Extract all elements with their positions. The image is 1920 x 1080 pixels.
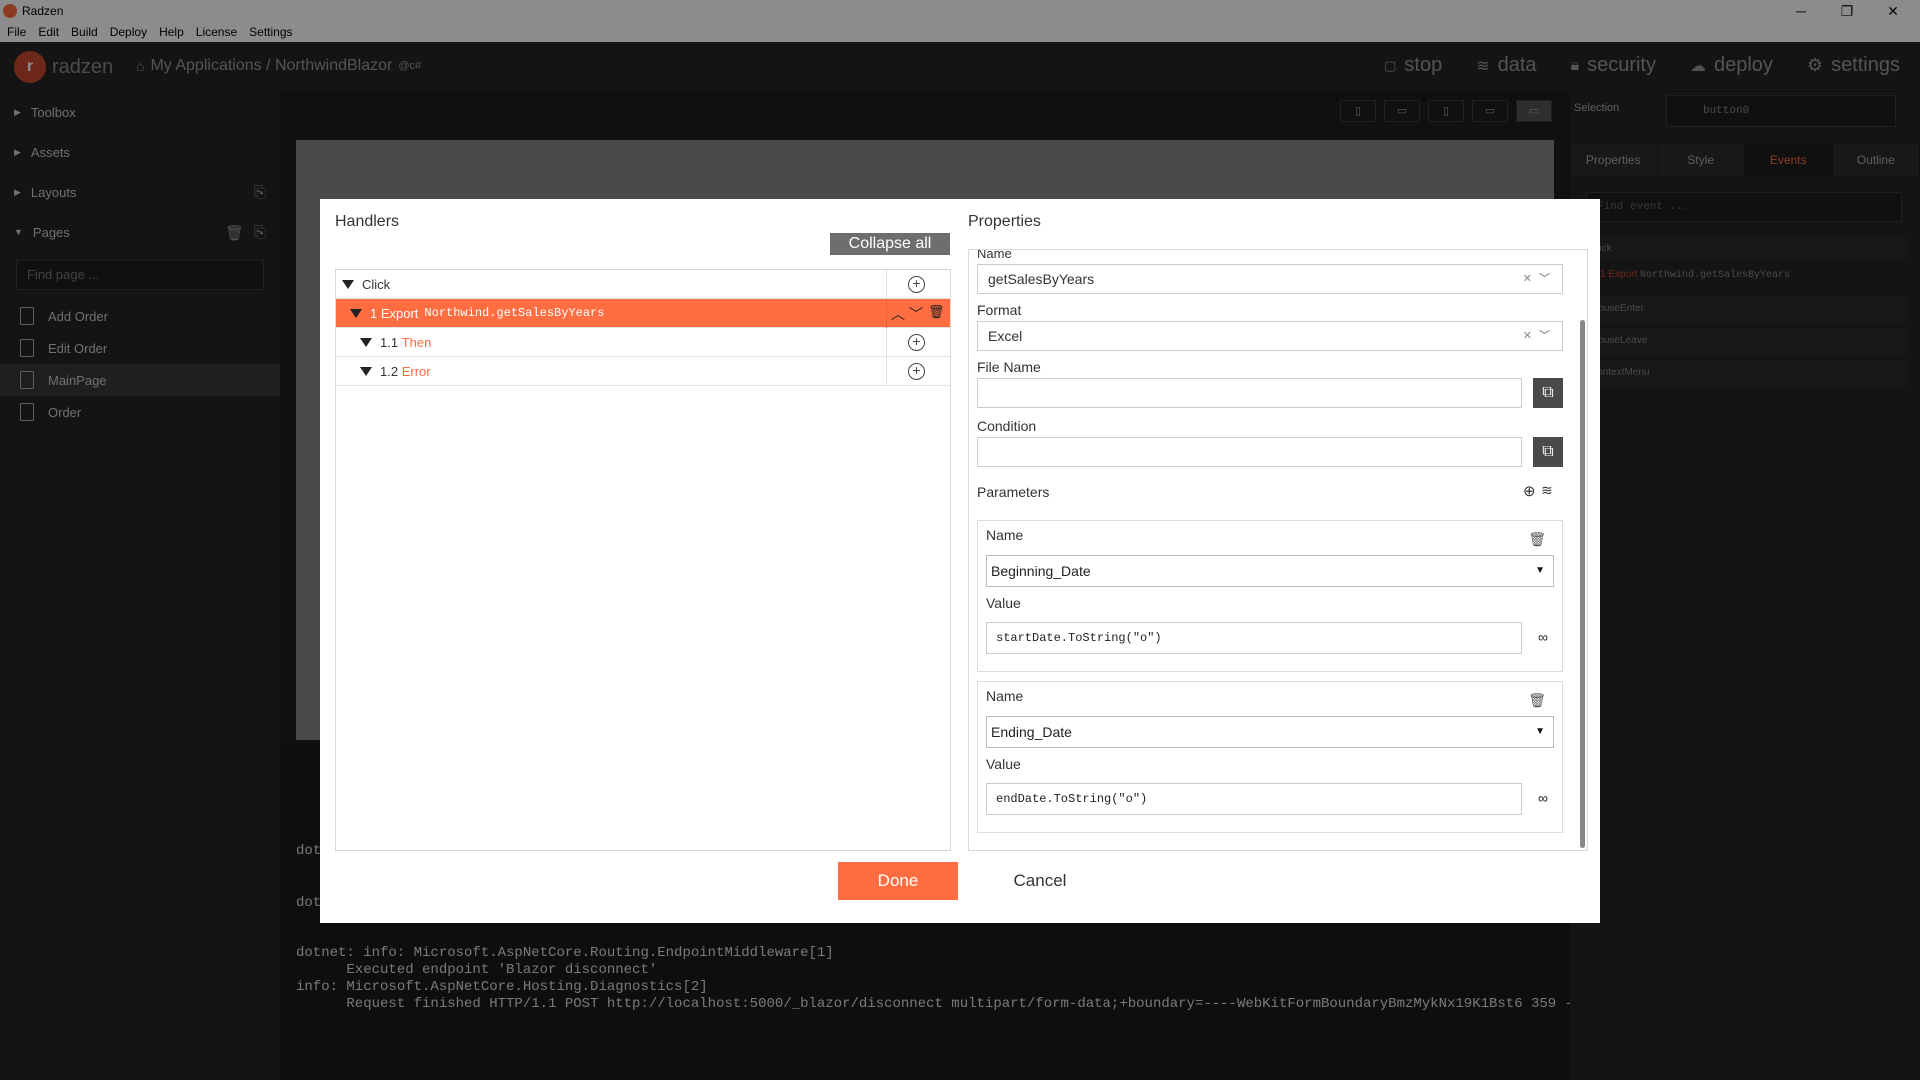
parameter-item: Name 🗑︎ Ending_Date ▼ Value endDate.ToSt… bbox=[977, 681, 1563, 833]
cancel-button[interactable]: Cancel bbox=[990, 862, 1090, 900]
format-dropdown[interactable]: Excel ✕ ﹀ bbox=[977, 321, 1563, 351]
done-button[interactable]: Done bbox=[838, 862, 958, 900]
add-circle-icon[interactable]: + bbox=[908, 363, 925, 380]
name-label: Name bbox=[977, 249, 1012, 261]
name-value: getSalesByYears bbox=[988, 271, 1095, 287]
param-value-label: Value bbox=[986, 756, 1021, 772]
parameter-item: Name 🗑︎ Beginning_Date ▼ Value startDate… bbox=[977, 520, 1563, 672]
tree-row-label: Click bbox=[362, 276, 391, 292]
event-handler-dialog: Handlers Collapse all Click + 1 Export N… bbox=[320, 199, 1600, 923]
properties-panel: Name getSalesByYears ✕ ﹀ Format Excel ✕ … bbox=[968, 249, 1588, 851]
param-name-select[interactable]: Ending_Date ▼ bbox=[986, 716, 1554, 748]
parameters-label: Parameters bbox=[977, 484, 1050, 500]
properties-scrollbar[interactable] bbox=[1580, 320, 1585, 848]
param-name-value: Ending_Date bbox=[991, 724, 1072, 740]
filename-expression-button[interactable]: ⧉ bbox=[1533, 378, 1563, 408]
add-circle-icon[interactable]: + bbox=[908, 276, 925, 293]
filename-input[interactable] bbox=[977, 378, 1522, 408]
tree-row-then[interactable]: 1.1 Then + bbox=[336, 328, 950, 357]
triangle-down-icon[interactable] bbox=[342, 279, 354, 289]
collapse-all-button[interactable]: Collapse all bbox=[830, 233, 950, 255]
dropdown-arrow-icon: ▼ bbox=[1535, 565, 1545, 576]
name-dropdown[interactable]: getSalesByYears ✕ ﹀ bbox=[977, 264, 1563, 294]
open-external-icon: ⧉ bbox=[1542, 384, 1554, 401]
add-parameter-icon[interactable]: ⊕ bbox=[1523, 482, 1536, 500]
tree-row-export[interactable]: 1 Export Northwind.getSalesByYears ︿ ﹀ 🗑… bbox=[336, 299, 950, 328]
param-value-label: Value bbox=[986, 595, 1021, 611]
add-circle-icon[interactable]: + bbox=[908, 334, 925, 351]
condition-input[interactable] bbox=[977, 437, 1522, 467]
delete-parameter-icon[interactable]: 🗑︎ bbox=[1528, 692, 1546, 709]
triangle-down-icon[interactable] bbox=[350, 308, 362, 318]
delete-parameter-icon[interactable]: 🗑︎ bbox=[1528, 531, 1546, 548]
layers-icon[interactable]: ≋ bbox=[1541, 482, 1553, 499]
param-name-select[interactable]: Beginning_Date ▼ bbox=[986, 555, 1554, 587]
condition-expression-button[interactable]: ⧉ bbox=[1533, 437, 1563, 467]
tree-row-error[interactable]: 1.2 Error + bbox=[336, 357, 950, 386]
param-name-label: Name bbox=[986, 688, 1024, 704]
param-name-label: Name bbox=[986, 527, 1024, 543]
move-up-icon[interactable]: ︿ bbox=[891, 304, 905, 324]
param-value-input[interactable]: startDate.ToString("o") bbox=[986, 622, 1522, 654]
chevron-down-icon[interactable]: ﹀ bbox=[1539, 265, 1550, 293]
format-value: Excel bbox=[988, 328, 1023, 344]
move-down-icon[interactable]: ﹀ bbox=[909, 304, 923, 324]
tree-row-label: Error bbox=[401, 363, 431, 379]
format-label: Format bbox=[977, 302, 1022, 318]
param-value-input[interactable]: endDate.ToString("o") bbox=[986, 783, 1522, 815]
dropdown-arrow-icon: ▼ bbox=[1535, 726, 1545, 737]
link-icon[interactable]: ∞ bbox=[1538, 629, 1548, 645]
triangle-down-icon[interactable] bbox=[360, 337, 372, 347]
properties-title: Properties bbox=[968, 213, 1041, 230]
clear-icon[interactable]: ✕ bbox=[1523, 265, 1532, 293]
clear-icon[interactable]: ✕ bbox=[1523, 322, 1532, 350]
tree-row-click[interactable]: Click + bbox=[336, 270, 950, 299]
param-name-value: Beginning_Date bbox=[991, 563, 1091, 579]
open-external-icon: ⧉ bbox=[1542, 443, 1554, 460]
chevron-down-icon[interactable]: ﹀ bbox=[1539, 322, 1550, 350]
triangle-down-icon[interactable] bbox=[360, 366, 372, 376]
tree-row-label: Then bbox=[401, 334, 432, 350]
handlers-title: Handlers bbox=[335, 213, 400, 230]
tree-row-number: 1.2 bbox=[380, 363, 399, 379]
tree-row-code: Northwind.getSalesByYears bbox=[424, 306, 605, 320]
handlers-tree: Click + 1 Export Northwind.getSalesByYea… bbox=[335, 269, 951, 851]
filename-label: File Name bbox=[977, 359, 1041, 375]
link-icon[interactable]: ∞ bbox=[1538, 790, 1548, 806]
condition-label: Condition bbox=[977, 418, 1037, 434]
delete-icon[interactable]: 🗑︎ bbox=[928, 304, 945, 320]
tree-row-label: 1 Export bbox=[370, 305, 419, 321]
tree-row-number: 1.1 bbox=[380, 334, 399, 350]
